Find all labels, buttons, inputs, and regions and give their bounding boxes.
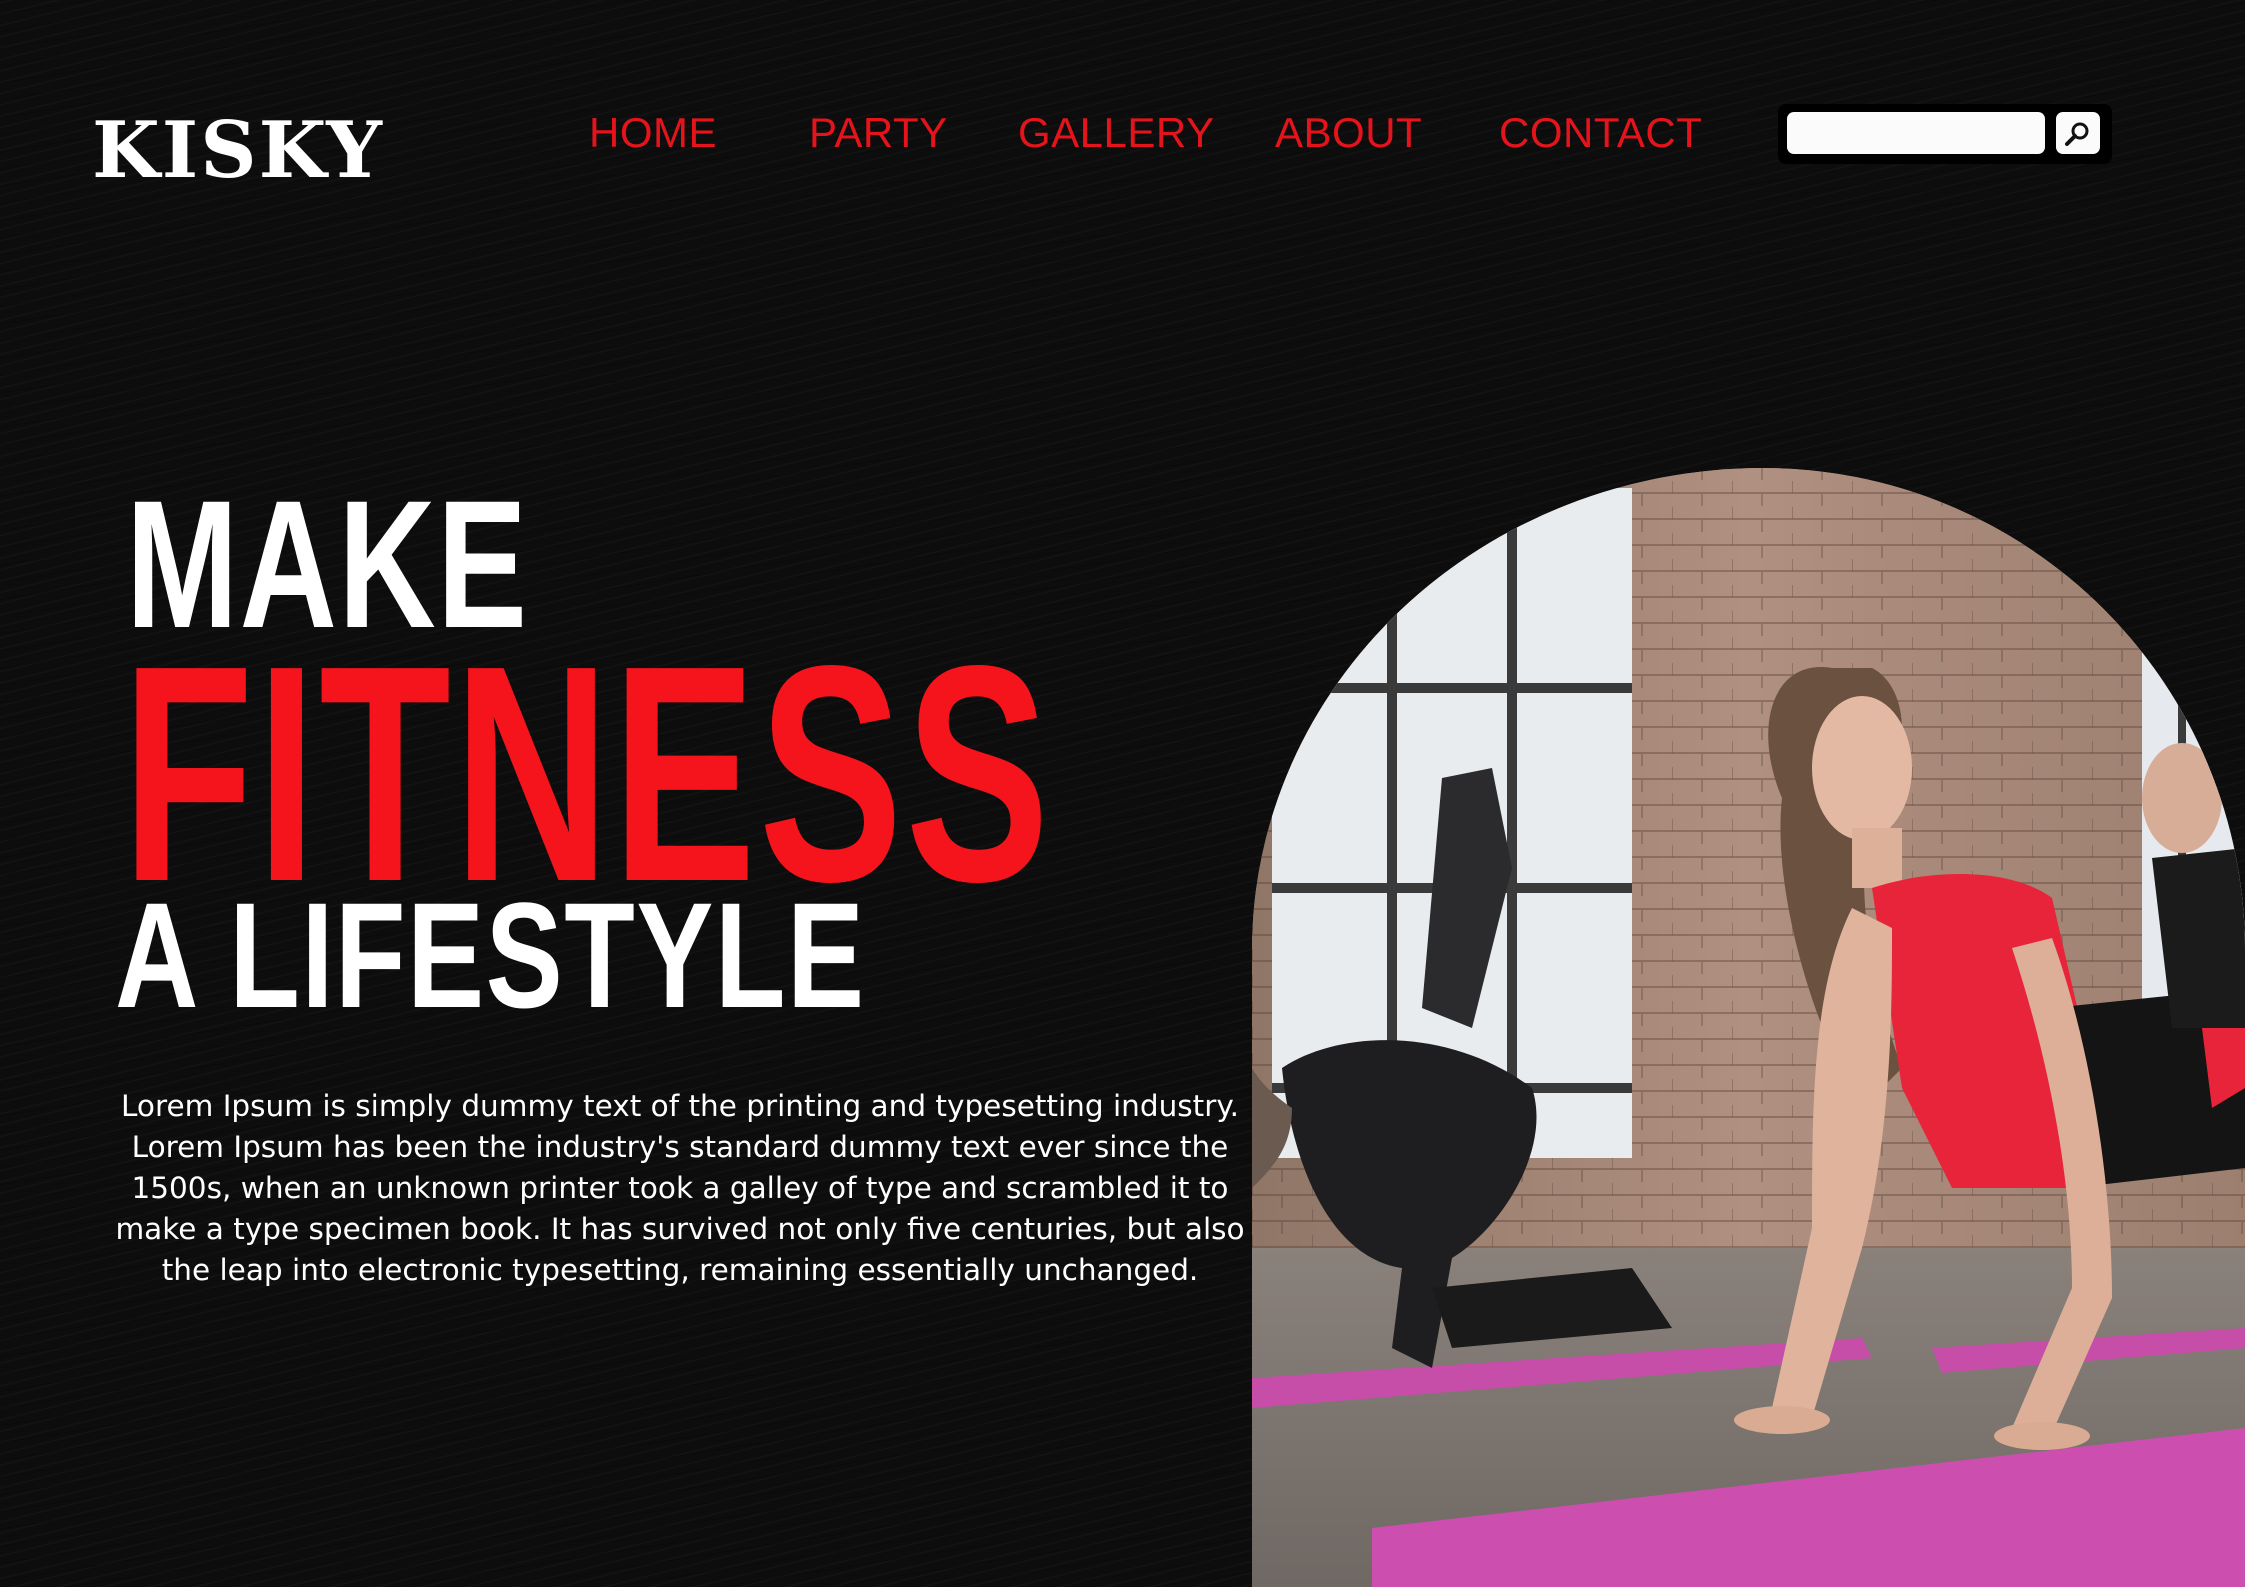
nav-gallery[interactable]: GALLERY: [1018, 112, 1215, 154]
hero-photo: [1252, 468, 2245, 1587]
brand-logo[interactable]: KISKY: [92, 112, 384, 190]
search-icon: [2065, 122, 2089, 146]
nav-home[interactable]: HOME: [589, 112, 717, 154]
hero-line-lifestyle: A LIFESTYLE: [115, 871, 866, 1039]
nav-party[interactable]: PARTY: [809, 112, 948, 154]
search-bar: [1778, 104, 2112, 164]
search-button[interactable]: [2056, 112, 2100, 154]
nav-contact[interactable]: CONTACT: [1499, 112, 1702, 154]
search-input[interactable]: [1787, 112, 2045, 154]
nav-about[interactable]: ABOUT: [1275, 112, 1422, 154]
hero-description: Lorem Ipsum is simply dummy text of the …: [115, 1088, 1245, 1287]
